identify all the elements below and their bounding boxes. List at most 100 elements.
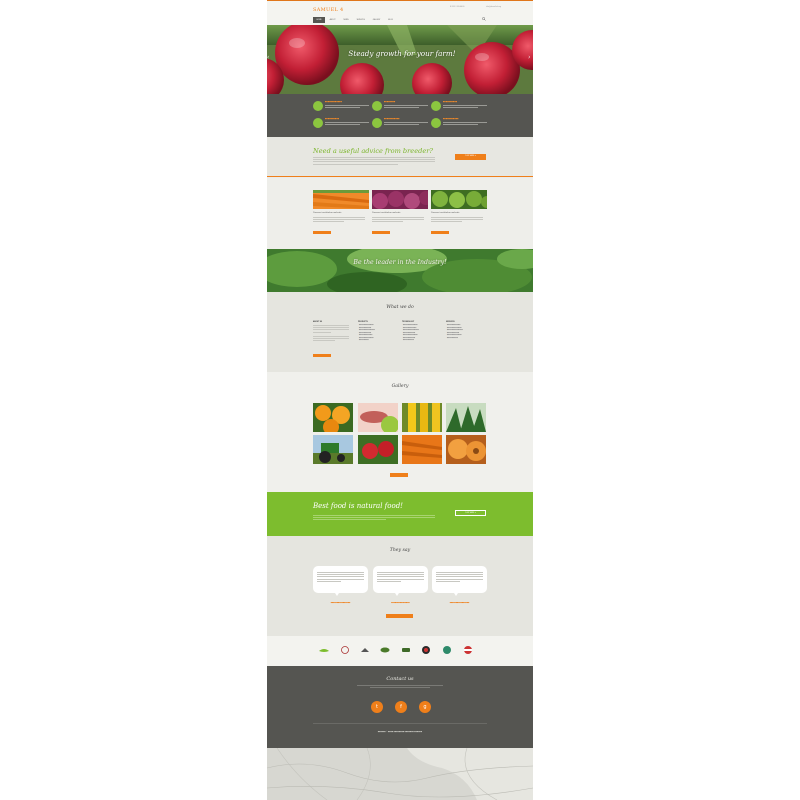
phone-number: 8 (333) 333-44-55 bbox=[450, 7, 465, 8]
main-nav: HOME ABOUT NEWS SERVICES GALLERY BLOG bbox=[313, 17, 397, 23]
gallery-title: Gallery bbox=[391, 384, 409, 389]
wheat-icon bbox=[313, 118, 323, 128]
services-column: SERVICES › ■■■■■■■■■■■ › ■■■■■■■■■■■■ › … bbox=[446, 322, 463, 339]
gallery-image-sprouts[interactable] bbox=[446, 403, 486, 432]
product-card: Praesent vestibulum molestie bbox=[313, 190, 369, 234]
testimonial-bubble bbox=[432, 566, 487, 596]
nav-item-news[interactable]: NEWS bbox=[340, 17, 352, 23]
gallery-image-tractor[interactable] bbox=[313, 435, 353, 464]
products-column: PRODUCTS › ■■■■■■■■■■■■ › ■■■■■■■■■■ › ■… bbox=[358, 322, 375, 342]
footer-divider bbox=[313, 723, 487, 724]
advice-section: Need a useful advice from breeder? CLICK… bbox=[267, 137, 533, 177]
twitter-icon[interactable]: t bbox=[371, 701, 383, 713]
gallery-image-carrots[interactable] bbox=[402, 435, 442, 464]
features-section: ■■■■■■■■■■■■ ■■■■■■■■ ■■■■■■■■■■ ■■■■■■■… bbox=[267, 94, 533, 137]
testimonials-title: They say bbox=[389, 548, 411, 553]
read-more-button[interactable] bbox=[313, 231, 331, 234]
partner-logo-icon[interactable] bbox=[340, 645, 350, 655]
banner-title: Be the leader in the Industry! bbox=[353, 259, 447, 266]
gallery-image-corn[interactable] bbox=[402, 403, 442, 432]
hero-title: Steady growth for your farm! bbox=[348, 49, 456, 58]
product-caption: Praesent vestibulum molestie bbox=[372, 212, 401, 214]
feature-item: ■■■■■■■■■■ bbox=[313, 118, 371, 130]
gallery-image-apple[interactable] bbox=[358, 403, 398, 432]
product-card: Praesent vestibulum molestie bbox=[431, 190, 493, 234]
what-we-do-title: What we do bbox=[386, 305, 414, 310]
nav-item-services[interactable]: SERVICES bbox=[353, 17, 368, 23]
cta-text bbox=[313, 515, 435, 522]
banner-section: Be the leader in the Industry! bbox=[267, 249, 533, 292]
feature-item: ■■■■■■■■■■ bbox=[431, 101, 489, 113]
google-plus-icon[interactable]: g bbox=[419, 701, 431, 713]
cta-section: Best food is natural food! CLICK HERE + bbox=[267, 492, 533, 536]
slider-next-arrow-icon[interactable]: › bbox=[528, 55, 532, 61]
lettuce-background-image bbox=[267, 249, 533, 292]
advice-text bbox=[313, 157, 435, 166]
testimonial-author: ■■■■■■■■■■■■■■■■ bbox=[330, 603, 351, 604]
testimonial-bubble bbox=[373, 566, 428, 596]
feature-item: ■■■■■■■■■■■ bbox=[431, 118, 489, 130]
partner-logo-icon[interactable] bbox=[360, 645, 370, 655]
nav-item-about[interactable]: ABOUT bbox=[326, 17, 339, 23]
carrots-image[interactable] bbox=[313, 190, 369, 209]
gallery-image-oranges[interactable] bbox=[313, 403, 353, 432]
what-we-do-section: What we do ABOUT US PRODUCTS › ■■■■■■■■■… bbox=[267, 292, 533, 372]
map[interactable] bbox=[267, 748, 533, 800]
product-caption: Praesent vestibulum molestie bbox=[431, 212, 460, 214]
leaf-icon bbox=[372, 118, 382, 128]
partner-logo-icon[interactable] bbox=[380, 645, 390, 655]
cta-title: Best food is natural food! bbox=[313, 502, 403, 510]
copyright-text: ■■■■■■ © ■■■■ ■■■■■■■■ ■■■■■■■ ■■■■■■ bbox=[377, 732, 423, 733]
onions-image[interactable] bbox=[372, 190, 433, 209]
partner-logo-icon[interactable] bbox=[401, 645, 411, 655]
feature-item: ■■■■■■■■ bbox=[372, 101, 430, 113]
partner-logo-icon[interactable] bbox=[421, 645, 431, 655]
green-tomatoes-image[interactable] bbox=[431, 190, 493, 209]
testimonial-author: ■■■■■■■■■■■■■■■■ bbox=[449, 603, 470, 604]
pig-icon bbox=[372, 101, 382, 111]
search-icon[interactable] bbox=[482, 17, 486, 21]
testimonial-bubble bbox=[313, 566, 368, 596]
feature-item: ■■■■■■■■■■■ bbox=[372, 118, 430, 130]
cta-button[interactable]: CLICK HERE + bbox=[455, 510, 486, 516]
advice-button[interactable]: CLICK HERE + bbox=[455, 154, 486, 160]
contact-title: Contact us bbox=[386, 676, 414, 682]
slider-prev-arrow-icon[interactable]: ‹ bbox=[267, 55, 271, 61]
testimonials-section: They say ■■■■■■■■■■■■■■■■ ■■■■■■■■■■■■■■… bbox=[267, 536, 533, 636]
tractor-icon bbox=[313, 101, 323, 111]
about-us-column: ABOUT US bbox=[313, 322, 353, 357]
hero-image bbox=[267, 25, 533, 94]
facebook-icon[interactable]: f bbox=[395, 701, 407, 713]
sprout-icon bbox=[431, 118, 441, 128]
page: SAMUEL 4 8 (333) 333-44-55 info@demolink… bbox=[267, 0, 533, 800]
logo[interactable]: SAMUEL 4 bbox=[313, 7, 344, 13]
partner-logo-icon[interactable] bbox=[442, 645, 452, 655]
gallery-image-apricots[interactable] bbox=[446, 435, 486, 464]
read-more-button[interactable] bbox=[372, 231, 390, 234]
header: SAMUEL 4 8 (333) 333-44-55 info@demolink… bbox=[267, 0, 533, 25]
partners-section bbox=[267, 636, 533, 666]
view-all-button[interactable] bbox=[386, 614, 413, 618]
read-more-button[interactable] bbox=[313, 354, 331, 357]
nav-item-gallery[interactable]: GALLERY bbox=[369, 17, 384, 23]
product-caption: Praesent vestibulum molestie bbox=[313, 212, 342, 214]
partner-logo-icon[interactable] bbox=[319, 645, 329, 655]
product-card: Praesent vestibulum molestie bbox=[372, 190, 433, 234]
map-image[interactable] bbox=[267, 748, 533, 800]
email-address[interactable]: info@demolink.org bbox=[486, 7, 501, 8]
contact-section: Contact us t f g ■■■■■■ © ■■■■ ■■■■■■■■ … bbox=[267, 666, 533, 748]
hero-slider: ‹ › Steady growth for your farm! bbox=[267, 25, 533, 94]
view-more-button[interactable] bbox=[390, 473, 408, 477]
technology-column: TECHNOLOGY › ■■■■■■■■■■■■ › ■■■■■■■■■■■ … bbox=[402, 322, 419, 342]
read-more-button[interactable] bbox=[431, 231, 449, 234]
partner-logo-icon[interactable] bbox=[463, 645, 473, 655]
products-section: Praesent vestibulum molestie Praesent ve… bbox=[267, 178, 533, 249]
cow-icon bbox=[431, 101, 441, 111]
gallery-section: Gallery bbox=[267, 372, 533, 492]
feature-item: ■■■■■■■■■■■■ bbox=[313, 101, 371, 113]
advice-title: Need a useful advice from breeder? bbox=[313, 147, 433, 155]
gallery-image-strawberries[interactable] bbox=[358, 435, 398, 464]
nav-item-blog[interactable]: BLOG bbox=[385, 17, 397, 23]
nav-item-home[interactable]: HOME bbox=[313, 17, 326, 23]
contact-text bbox=[357, 685, 443, 689]
